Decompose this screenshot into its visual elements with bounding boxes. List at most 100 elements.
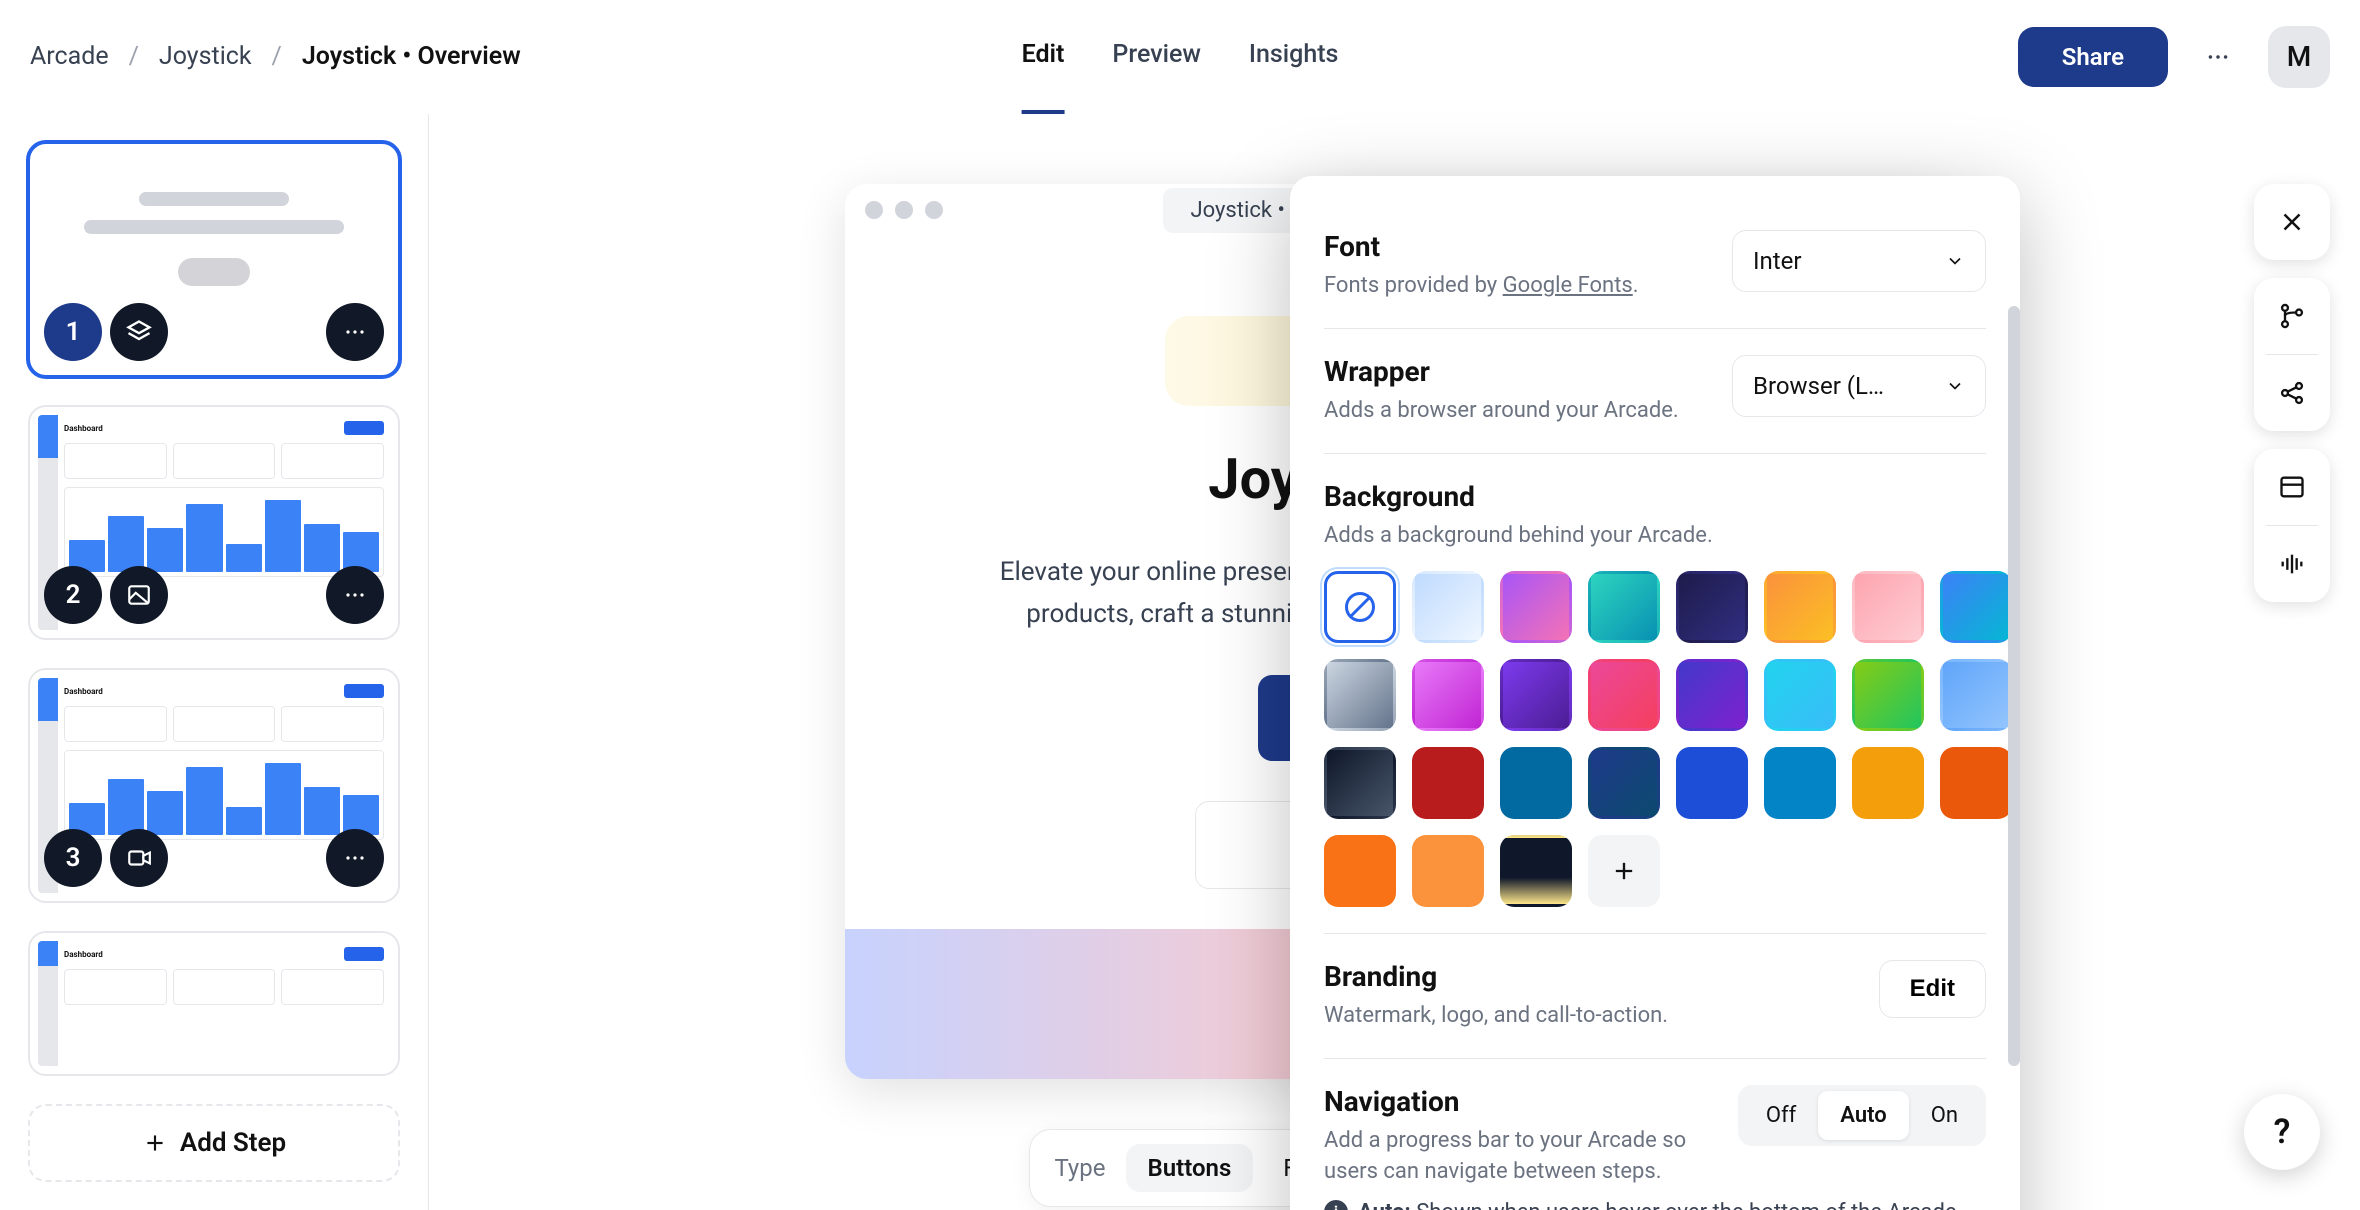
branch-icon <box>2278 302 2306 330</box>
help-icon: ? <box>2274 1112 2291 1152</box>
breadcrumb-slash: / <box>129 42 139 71</box>
wrapper-select[interactable]: Browser (L… <box>1732 355 1986 417</box>
navigation-title: Navigation <box>1324 1085 1738 1118</box>
info-icon: i <box>1324 1200 1348 1210</box>
background-swatch[interactable] <box>1676 571 1748 643</box>
type-label: Type <box>1054 1154 1105 1182</box>
background-swatch[interactable] <box>1852 659 1924 731</box>
avatar[interactable]: M <box>2268 26 2330 88</box>
font-desc: Fonts provided by Google Fonts. <box>1324 271 1639 302</box>
navigation-toggle: Off Auto On <box>1738 1085 1986 1146</box>
background-swatch[interactable] <box>1500 747 1572 819</box>
background-swatch[interactable] <box>1852 571 1924 643</box>
rail-audio-button[interactable] <box>2254 526 2330 602</box>
background-swatch[interactable] <box>1764 659 1836 731</box>
close-icon <box>2277 207 2307 237</box>
share-nodes-icon <box>2278 379 2306 407</box>
background-swatch[interactable] <box>1588 571 1660 643</box>
nav-on-option[interactable]: On <box>1909 1091 1980 1140</box>
tab-edit[interactable]: Edit <box>1022 0 1065 114</box>
branding-edit-button[interactable]: Edit <box>1879 960 1986 1018</box>
breadcrumb-page[interactable]: Joystick • Overview <box>302 42 521 71</box>
background-swatch[interactable] <box>1412 747 1484 819</box>
background-swatch[interactable] <box>1676 747 1748 819</box>
branding-desc: Watermark, logo, and call-to-action. <box>1324 1001 1668 1032</box>
design-panel: Font Fonts provided by Google Fonts. Int… <box>1290 176 2020 1210</box>
background-swatch[interactable] <box>1324 835 1396 907</box>
background-swatch[interactable] <box>1500 835 1572 907</box>
right-rail <box>2254 184 2330 602</box>
add-step-button[interactable]: Add Step <box>28 1104 400 1182</box>
step-card-3[interactable]: Dashboard 3 <box>28 668 400 903</box>
background-swatch[interactable] <box>1588 747 1660 819</box>
add-step-label: Add Step <box>180 1128 286 1158</box>
step-video-button[interactable] <box>110 829 168 887</box>
background-swatch[interactable] <box>1324 747 1396 819</box>
step-card-4[interactable]: Dashboard <box>28 931 400 1076</box>
background-swatch[interactable] <box>1412 571 1484 643</box>
background-swatch[interactable] <box>1940 659 2012 731</box>
background-swatch[interactable] <box>1940 571 2012 643</box>
background-swatch[interactable] <box>1500 571 1572 643</box>
background-swatch[interactable] <box>1324 571 1396 643</box>
close-panel-button[interactable] <box>2254 184 2330 260</box>
step-more-button[interactable] <box>326 829 384 887</box>
nav-off-option[interactable]: Off <box>1744 1091 1818 1140</box>
none-icon <box>1342 589 1378 625</box>
video-icon <box>126 845 152 871</box>
background-swatch[interactable] <box>1676 659 1748 731</box>
breadcrumb-project[interactable]: Joystick <box>159 42 252 71</box>
google-fonts-link[interactable]: Google Fonts <box>1503 273 1633 298</box>
breadcrumb-root[interactable]: Arcade <box>30 42 109 71</box>
tab-preview[interactable]: Preview <box>1112 0 1201 114</box>
breadcrumb: Arcade / Joystick / Joystick • Overview <box>30 42 521 71</box>
dots-horizontal-icon <box>2205 44 2231 70</box>
background-swatch[interactable] <box>1764 571 1836 643</box>
background-swatch[interactable] <box>1852 747 1924 819</box>
wrapper-value: Browser (L… <box>1753 372 1884 400</box>
step-number-badge: 1 <box>44 303 102 361</box>
background-swatch[interactable] <box>1324 659 1396 731</box>
type-buttons-option[interactable]: Buttons <box>1126 1144 1254 1192</box>
background-swatch-grid <box>1324 571 1986 907</box>
main-tabs: Edit Preview Insights <box>1022 0 1339 114</box>
rail-branch-button[interactable] <box>2254 278 2330 354</box>
help-button[interactable]: ? <box>2244 1094 2320 1170</box>
layout-icon <box>2278 473 2306 501</box>
step-more-button[interactable] <box>326 303 384 361</box>
wrapper-title: Wrapper <box>1324 355 1679 388</box>
tab-insights[interactable]: Insights <box>1249 0 1339 114</box>
step-4-preview: Dashboard <box>38 941 390 1066</box>
step-layers-button[interactable] <box>110 303 168 361</box>
share-button[interactable]: Share <box>2018 27 2168 87</box>
chevron-down-icon <box>1945 376 1965 396</box>
panel-scrollbar[interactable] <box>2008 306 2020 1066</box>
layers-icon <box>125 318 153 346</box>
font-value: Inter <box>1753 247 1802 275</box>
step-card-2[interactable]: Dashboard 2 <box>28 405 400 640</box>
more-menu-button[interactable] <box>2192 31 2244 83</box>
step-image-button[interactable] <box>110 566 168 624</box>
step-card-1[interactable]: 1 <box>28 142 400 377</box>
background-swatch[interactable] <box>1500 659 1572 731</box>
background-swatch[interactable] <box>1764 747 1836 819</box>
step-number-badge: 3 <box>44 829 102 887</box>
rail-layout-button[interactable] <box>2254 449 2330 525</box>
plus-icon <box>142 1130 168 1156</box>
audio-wave-icon <box>2278 550 2306 578</box>
breadcrumb-slash: / <box>272 42 282 71</box>
rail-share-button[interactable] <box>2254 355 2330 431</box>
background-swatch[interactable] <box>1940 747 2012 819</box>
plus-icon <box>1610 857 1638 885</box>
background-swatch[interactable] <box>1412 835 1484 907</box>
background-swatch[interactable] <box>1412 659 1484 731</box>
background-title: Background <box>1324 480 1754 513</box>
nav-auto-option[interactable]: Auto <box>1818 1091 1908 1140</box>
dots-horizontal-icon <box>343 320 367 344</box>
add-background-button[interactable] <box>1588 835 1660 907</box>
window-dots <box>865 201 943 219</box>
canvas-area: Joystick • Overview Joystick Overv Eleva… <box>428 114 2360 1210</box>
font-select[interactable]: Inter <box>1732 230 1986 292</box>
background-swatch[interactable] <box>1588 659 1660 731</box>
step-more-button[interactable] <box>326 566 384 624</box>
